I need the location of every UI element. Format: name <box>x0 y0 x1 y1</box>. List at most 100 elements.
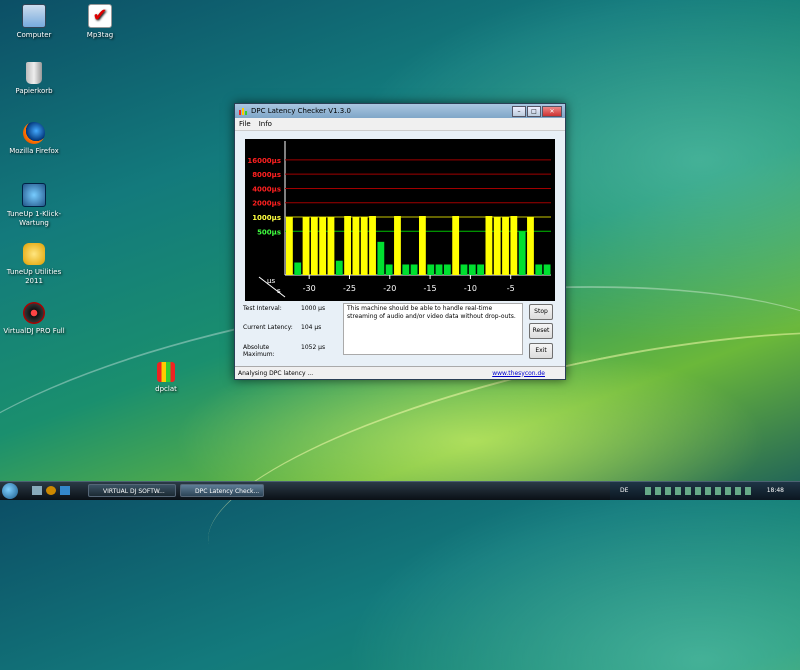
firefox-icon <box>23 122 45 144</box>
latency-bar <box>485 216 493 275</box>
latency-bar <box>394 216 401 275</box>
desktop-icon-label: Mozilla Firefox <box>9 147 59 155</box>
test-interval-label: Test Interval: <box>243 305 282 312</box>
current-latency-label: Current Latency: <box>243 324 293 331</box>
menu-file[interactable]: File <box>235 120 255 128</box>
tuneup-wartung-icon <box>22 183 46 207</box>
info-panel: Test Interval: 1000 µs Current Latency: … <box>239 303 559 359</box>
language-indicator[interactable]: DE <box>620 487 628 494</box>
menu-info[interactable]: Info <box>255 120 276 128</box>
dpc-latency-window[interactable]: DPC Latency Checker V1.3.0 – □ ✕ File In… <box>234 103 566 380</box>
y-tick-label: 2000µs <box>252 200 281 208</box>
website-link[interactable]: www.thesycon.de <box>492 370 545 377</box>
computer-icon <box>22 4 46 28</box>
latency-bar <box>352 217 360 275</box>
latency-bar <box>369 216 376 275</box>
desktop-icon-tuneup-1-klick[interactable]: TuneUp 1-Klick-Wartung <box>2 183 66 228</box>
menu-bar: File Info <box>235 118 565 131</box>
desktop-icon-computer[interactable]: Computer <box>2 4 66 40</box>
latency-bar <box>518 231 526 275</box>
maximize-button[interactable]: □ <box>527 105 541 117</box>
latency-bar <box>319 217 327 275</box>
start-button[interactable] <box>2 483 18 499</box>
taskbar-item-dpc-latency[interactable]: DPC Latency Check... <box>180 484 264 497</box>
desktop-icon-firefox[interactable]: Mozilla Firefox <box>2 122 66 156</box>
close-button[interactable]: ✕ <box>542 105 562 117</box>
desktop-icon-mp3tag[interactable]: ✔ Mp3tag <box>68 4 132 40</box>
absolute-maximum-row: Absolute Maximum: 1052 µs <box>243 344 325 358</box>
latency-bar <box>294 262 302 275</box>
firefox-quicklaunch-icon[interactable] <box>46 486 56 495</box>
switch-windows-icon[interactable] <box>60 486 70 495</box>
taskbar-item-virtualdj[interactable]: VIRTUAL DJ SOFTW... <box>88 484 176 497</box>
y-tick-label: 1000µs <box>252 214 281 222</box>
desktop-icon-label: Papierkorb <box>15 87 53 95</box>
latency-bar <box>468 264 476 275</box>
latency-bar <box>460 264 468 275</box>
minimize-button[interactable]: – <box>512 105 526 117</box>
latency-bar <box>410 264 418 275</box>
desktop-icon-label: TuneUp Utilities 2011 <box>6 268 62 285</box>
x-tick-label: -15 <box>424 284 437 293</box>
app-icon <box>239 108 247 115</box>
y-tick-label: 500µs <box>257 228 281 236</box>
x-tick-label: -20 <box>383 284 396 293</box>
desktop-icon-label: Computer <box>16 31 52 39</box>
latency-bar <box>443 264 451 275</box>
stop-button[interactable]: Stop <box>529 304 553 320</box>
tuneup-utilities-icon <box>23 243 45 265</box>
latency-bar <box>310 217 318 275</box>
latency-bar <box>452 216 460 275</box>
desktop-icon-label: TuneUp 1-Klick-Wartung <box>6 210 62 227</box>
latency-bar <box>335 260 343 275</box>
latency-bar <box>427 264 435 275</box>
status-bar: Analysing DPC latency ... www.thesycon.d… <box>235 366 565 379</box>
status-message: This machine should be able to handle re… <box>343 303 523 355</box>
current-latency-row: Current Latency: 104 µs <box>243 324 321 331</box>
desktop-icon-dpclat[interactable]: dpclat <box>134 362 198 394</box>
x-tick-label: -10 <box>464 284 477 293</box>
system-tray: DE 18:48 <box>610 482 800 500</box>
latency-bar <box>435 264 443 275</box>
y-tick-label: 4000µs <box>252 185 281 193</box>
taskbar: VIRTUAL DJ SOFTW... DPC Latency Check...… <box>0 481 800 500</box>
latency-bar <box>510 216 518 275</box>
test-interval-value: 1000 µs <box>301 305 326 312</box>
latency-bar <box>360 217 368 275</box>
latency-bar <box>535 264 543 275</box>
latency-bar <box>402 264 410 275</box>
latency-bar <box>302 217 310 275</box>
latency-chart: 16000µs 8000µs 4000µs 2000µs 1000µs 500µs -30 -… <box>245 139 555 301</box>
tray-icons[interactable] <box>645 487 755 495</box>
latency-bar <box>527 217 534 275</box>
desktop-icon-virtualdj[interactable]: VirtualDJ PRO Full <box>2 302 66 336</box>
absolute-maximum-value: 1052 µs <box>301 344 326 351</box>
latency-bar <box>286 217 293 275</box>
current-latency-value: 104 µs <box>301 324 322 331</box>
clock[interactable]: 18:48 <box>767 487 784 494</box>
mp3tag-icon: ✔ <box>88 4 112 28</box>
latency-chart-svg: 16000µs 8000µs 4000µs 2000µs 1000µs 500µs -30 -… <box>247 141 551 298</box>
window-titlebar[interactable]: DPC Latency Checker V1.3.0 – □ ✕ <box>235 104 565 118</box>
latency-bar <box>344 216 351 275</box>
latency-bar <box>419 216 426 275</box>
latency-bar <box>377 241 385 275</box>
absolute-maximum-label: Absolute Maximum: <box>243 344 275 358</box>
latency-bar <box>543 264 551 275</box>
test-interval-row: Test Interval: 1000 µs <box>243 305 325 312</box>
desktop-icon-recycle-bin[interactable]: Papierkorb <box>2 62 66 96</box>
latency-bar <box>327 217 335 275</box>
desktop-icon-tuneup-utilities[interactable]: TuneUp Utilities 2011 <box>2 243 66 286</box>
dpclat-icon <box>157 362 175 382</box>
latency-bar <box>385 264 393 275</box>
show-desktop-icon[interactable] <box>32 486 42 495</box>
exit-button[interactable]: Exit <box>529 343 553 359</box>
x-tick-label: -25 <box>343 284 356 293</box>
latency-bar <box>493 217 501 275</box>
recycle-bin-icon <box>26 62 42 84</box>
x-tick-label: -5 <box>507 284 515 293</box>
desktop-icon-label: dpclat <box>155 385 177 393</box>
desktop-icon-label: Mp3tag <box>86 31 114 39</box>
reset-button[interactable]: Reset <box>529 323 553 339</box>
y-tick-label: 16000µs <box>247 157 281 165</box>
